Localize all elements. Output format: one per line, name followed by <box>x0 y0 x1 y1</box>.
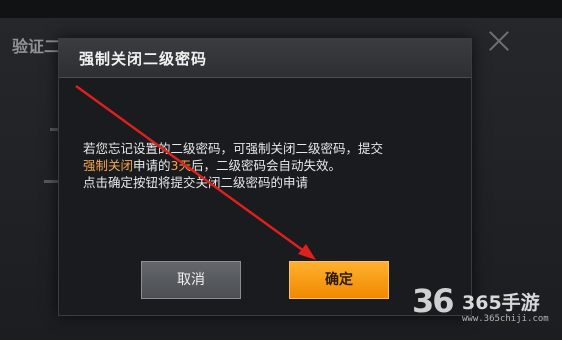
close-icon[interactable] <box>488 30 510 52</box>
message-line-1: 若您忘记设置的二级密码，可强制关闭二级密码，提交 <box>83 141 384 156</box>
watermark-brand: 365手游 <box>462 292 540 314</box>
dialog-message: 若您忘记设置的二级密码，可强制关闭二级密码，提交 强制关闭申请的3天后，二级密码… <box>83 140 463 191</box>
message-text: 后，二级密码会自动失效。 <box>190 158 341 173</box>
force-close-dialog: 强制关闭二级密码 若您忘记设置的二级密码，可强制关闭二级密码，提交 强制关闭申请… <box>58 38 472 316</box>
dialog-title: 强制关闭二级密码 <box>79 50 208 68</box>
watermark: 36 365手游 www.365chiji.com <box>410 280 560 338</box>
message-line-3: 点击确定按钮将提交关闭二级密码的申请 <box>83 175 309 190</box>
cancel-button[interactable]: 取消 <box>141 261 241 299</box>
confirm-button[interactable]: 确定 <box>289 261 389 299</box>
message-text: 申请的 <box>133 158 171 173</box>
background-divider <box>44 180 58 183</box>
watermark-logo: 36 <box>412 282 455 320</box>
dialog-header: 强制关闭二级密码 <box>59 39 471 78</box>
message-line-2: 强制关闭申请的3天后，二级密码会自动失效。 <box>83 157 463 174</box>
highlight-days: 3天 <box>170 158 191 173</box>
highlight-force-close: 强制关闭 <box>83 158 134 173</box>
watermark-url: www.365chiji.com <box>462 314 549 324</box>
